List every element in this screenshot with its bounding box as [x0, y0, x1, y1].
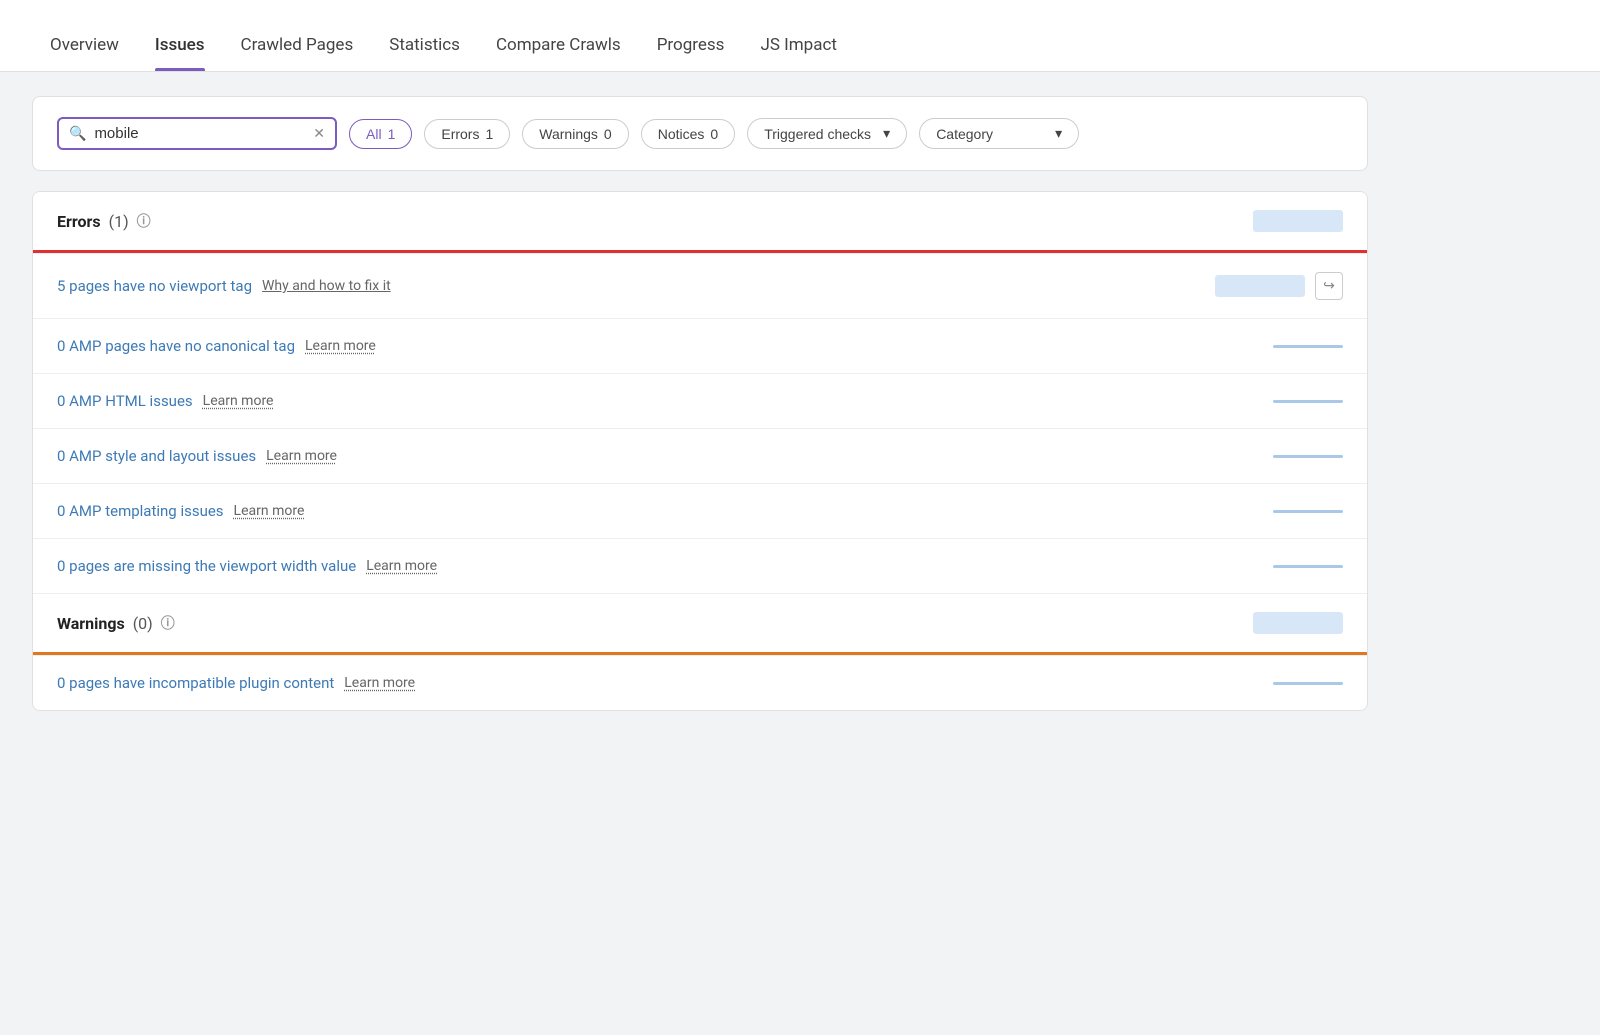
plugin-content-bar [1273, 682, 1343, 685]
issue-text-amp-html: 0 AMP HTML issues [57, 392, 193, 410]
redirect-icon-button[interactable]: ↪ [1315, 272, 1343, 300]
issue-text-amp-style: 0 AMP style and layout issues [57, 447, 256, 465]
search-icon: 🔍 [69, 126, 86, 142]
amp-template-bar [1273, 510, 1343, 513]
nav-item-issues[interactable]: Issues [137, 15, 223, 71]
nav-item-compare-crawls[interactable]: Compare Crawls [478, 15, 639, 71]
warnings-section-title: Warnings (0) ⓘ [57, 613, 175, 633]
filter-bar: 🔍 ✕ All 1 Errors 1 Warnings 0 Notices 0 … [32, 96, 1368, 171]
issue-row-amp-template: 0 AMP templating issues Learn more [33, 483, 1367, 538]
amp-html-bar [1273, 400, 1343, 403]
learn-more-viewport-width[interactable]: Learn more [366, 558, 437, 574]
issue-right-amp-style [1273, 455, 1343, 458]
triggered-checks-dropdown[interactable]: Triggered checks ▾ [747, 118, 907, 149]
nav-item-crawled-pages[interactable]: Crawled Pages [223, 15, 372, 71]
nav-item-js-impact[interactable]: JS Impact [742, 15, 854, 71]
search-input[interactable] [94, 125, 305, 142]
issue-right-amp-canonical [1273, 345, 1343, 348]
issue-row-viewport-width: 0 pages are missing the viewport width v… [33, 538, 1367, 593]
filter-errors-button[interactable]: Errors 1 [424, 119, 510, 149]
issue-left-viewport-width: 0 pages are missing the viewport width v… [57, 557, 1273, 575]
issue-right-plugin-content [1273, 682, 1343, 685]
viewport-tag-why-fix-link[interactable]: Why and how to fix it [262, 278, 391, 294]
issue-left-viewport-tag: 5 pages have no viewport tag Why and how… [57, 277, 1215, 295]
issue-left-amp-html: 0 AMP HTML issues Learn more [57, 392, 1273, 410]
amp-style-bar [1273, 455, 1343, 458]
issue-row-amp-html: 0 AMP HTML issues Learn more [33, 373, 1367, 428]
errors-bar-placeholder [1253, 210, 1343, 232]
viewport-tag-pages-link[interactable]: 5 pages [57, 277, 110, 295]
filter-warnings-button[interactable]: Warnings 0 [522, 119, 628, 149]
issue-text-viewport-tag: 5 pages have no viewport tag [57, 277, 252, 295]
issue-left-amp-canonical: 0 AMP pages have no canonical tag Learn … [57, 337, 1273, 355]
issue-right-amp-template [1273, 510, 1343, 513]
viewport-width-bar [1273, 565, 1343, 568]
main-content: 🔍 ✕ All 1 Errors 1 Warnings 0 Notices 0 … [0, 72, 1400, 735]
issue-text-amp-template: 0 AMP templating issues [57, 502, 224, 520]
chevron-down-icon: ▾ [883, 125, 890, 142]
issue-left-amp-style: 0 AMP style and layout issues Learn more [57, 447, 1273, 465]
learn-more-amp-style[interactable]: Learn more [266, 448, 337, 464]
amp-canonical-bar [1273, 345, 1343, 348]
warnings-bar-placeholder [1253, 612, 1343, 634]
issue-right-viewport-width [1273, 565, 1343, 568]
issue-row-amp-style: 0 AMP style and layout issues Learn more [33, 428, 1367, 483]
learn-more-amp-html[interactable]: Learn more [203, 393, 274, 409]
learn-more-plugin-content[interactable]: Learn more [344, 675, 415, 691]
issue-right-amp-html [1273, 400, 1343, 403]
warnings-section-header: Warnings (0) ⓘ [33, 593, 1367, 652]
learn-more-amp-template[interactable]: Learn more [234, 503, 305, 519]
nav-item-statistics[interactable]: Statistics [371, 15, 478, 71]
viewport-bar-placeholder [1215, 275, 1305, 297]
issue-left-plugin-content: 0 pages have incompatible plugin content… [57, 674, 1273, 692]
search-box: 🔍 ✕ [57, 117, 337, 150]
category-dropdown[interactable]: Category ▾ [919, 118, 1079, 149]
nav-item-overview[interactable]: Overview [32, 15, 137, 71]
search-clear-button[interactable]: ✕ [313, 126, 325, 142]
issue-row-amp-canonical: 0 AMP pages have no canonical tag Learn … [33, 318, 1367, 373]
top-navigation: Overview Issues Crawled Pages Statistics… [0, 0, 1600, 72]
chevron-down-icon: ▾ [1055, 125, 1062, 142]
filter-notices-button[interactable]: Notices 0 [641, 119, 735, 149]
filter-all-button[interactable]: All 1 [349, 119, 412, 149]
nav-item-progress[interactable]: Progress [639, 15, 743, 71]
issue-text-viewport-width: 0 pages are missing the viewport width v… [57, 557, 356, 575]
warnings-info-icon[interactable]: ⓘ [161, 613, 175, 633]
errors-section-title: Errors (1) ⓘ [57, 211, 151, 231]
learn-more-amp-canonical[interactable]: Learn more [305, 338, 376, 354]
errors-info-icon[interactable]: ⓘ [137, 211, 151, 231]
issue-row-viewport-tag: 5 pages have no viewport tag Why and how… [33, 253, 1367, 318]
issue-text-plugin-content: 0 pages have incompatible plugin content [57, 674, 334, 692]
errors-section-header: Errors (1) ⓘ [33, 192, 1367, 250]
issue-right-viewport-tag: ↪ [1215, 272, 1343, 300]
issue-text-amp-canonical: 0 AMP pages have no canonical tag [57, 337, 295, 355]
issues-panel: Errors (1) ⓘ 5 pages have no viewport ta… [32, 191, 1368, 711]
issue-row-plugin-content: 0 pages have incompatible plugin content… [33, 655, 1367, 710]
issue-left-amp-template: 0 AMP templating issues Learn more [57, 502, 1273, 520]
